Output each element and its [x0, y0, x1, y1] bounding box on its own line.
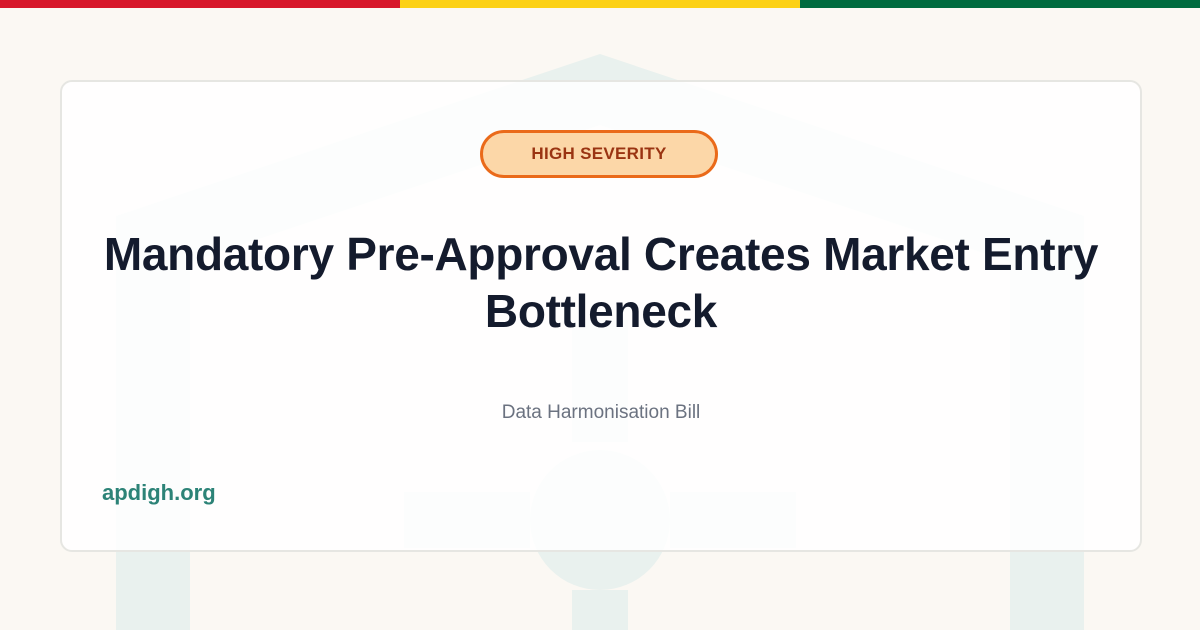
issue-title: Mandatory Pre-Approval Creates Market En…: [103, 228, 1099, 337]
issue-card: HIGH SEVERITY Mandatory Pre-Approval Cre…: [60, 80, 1142, 552]
site-domain: apdigh.org: [102, 480, 216, 505]
source-bill-label: Data Harmonisation Bill: [501, 402, 701, 423]
severity-badge-label: HIGH SEVERITY: [531, 144, 667, 163]
severity-badge: HIGH SEVERITY: [480, 130, 718, 178]
